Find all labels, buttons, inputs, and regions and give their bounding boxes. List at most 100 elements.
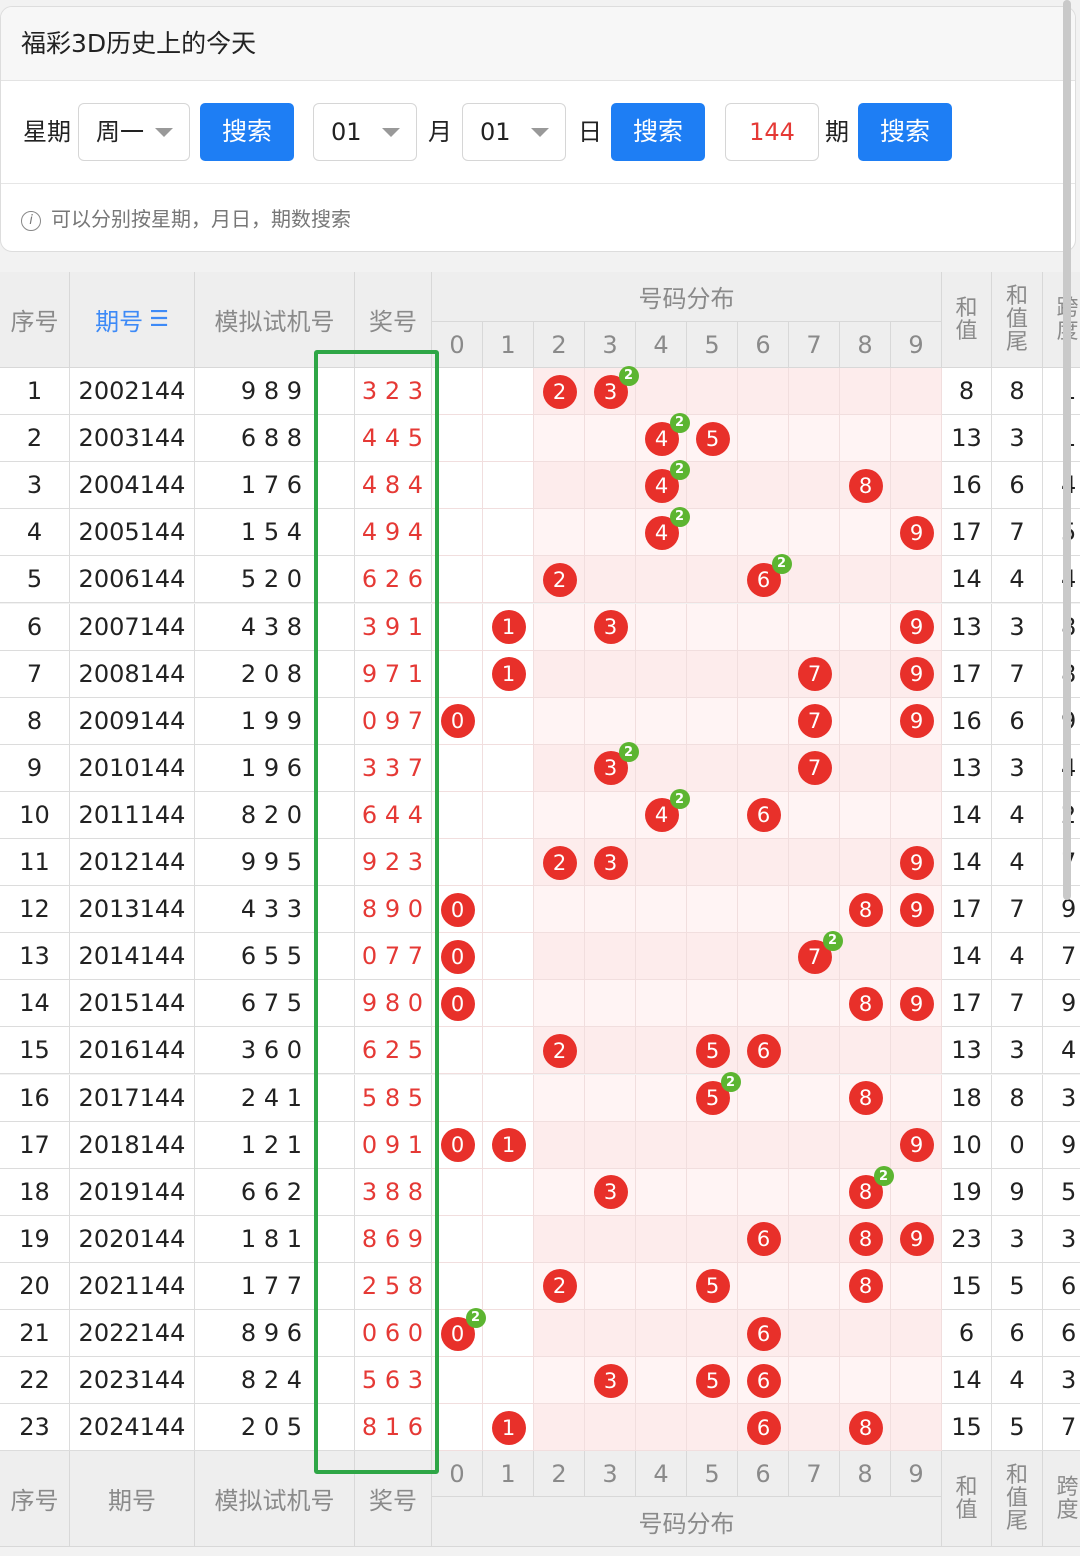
header-char: 值: [955, 1497, 978, 1523]
number-ball: 0: [440, 986, 475, 1021]
weekday-value: 周一: [96, 118, 144, 146]
distribution-cell: [636, 744, 687, 792]
distribution-cell: [840, 415, 891, 463]
row-prize: 3 9 1: [355, 603, 432, 651]
distribution-cell: [483, 368, 534, 416]
header-char: 值: [955, 318, 978, 344]
distribution-cell: [789, 509, 840, 557]
number-ball: 9: [899, 657, 934, 692]
row-sum: 6: [942, 1310, 992, 1358]
day-select[interactable]: 01: [462, 103, 566, 161]
row-sum: 17: [942, 886, 992, 934]
distribution-cell: [585, 791, 636, 839]
row-sim: 1 9 6: [195, 744, 355, 792]
issue-search-button[interactable]: 搜索: [858, 103, 952, 161]
weekday-label: 星期: [23, 118, 71, 146]
sort-icon[interactable]: ☰: [149, 307, 169, 332]
history-table: 序号期号☰模拟试机号奖号号码分布0123456789和值和值尾跨度1200214…: [0, 272, 1080, 1556]
distribution-cell: [738, 650, 789, 698]
row-sum-tail: 8: [992, 368, 1043, 416]
row-sim: 8 2 0: [195, 791, 355, 839]
distribution-cell: [432, 1168, 483, 1216]
issue-input[interactable]: 144: [725, 103, 819, 161]
number-ball: 2: [542, 845, 577, 880]
distribution-cell: [585, 1404, 636, 1452]
repeat-badge: 2: [771, 553, 792, 574]
row-sum-tail: 7: [992, 650, 1043, 698]
header-char: 尾: [1005, 1509, 1028, 1535]
row-issue: 2019144: [70, 1168, 195, 1216]
row-seq: 8: [0, 697, 70, 745]
weekday-search-button[interactable]: 搜索: [200, 103, 294, 161]
row-sum-tail: 5: [992, 1404, 1043, 1452]
row-prize: 6 2 6: [355, 556, 432, 604]
header-digit: 8: [840, 322, 891, 368]
distribution-cell: [534, 462, 585, 510]
number-ball: 9: [899, 704, 934, 739]
distribution-cell: [534, 791, 585, 839]
row-sum-tail: 7: [992, 980, 1043, 1028]
row-sum-tail: 6: [992, 1310, 1043, 1358]
row-span: 3: [1043, 1215, 1080, 1263]
page-scrollbar[interactable]: [1063, 0, 1071, 900]
month-select[interactable]: 01: [313, 103, 417, 161]
info-icon: i: [21, 210, 41, 231]
number-ball: 6: [746, 1316, 781, 1351]
header-sum: 和值: [942, 1451, 992, 1548]
distribution-cell: [840, 1310, 891, 1358]
row-sim: 1 5 4: [195, 509, 355, 557]
distribution-cell: [789, 368, 840, 416]
row-prize: 3 8 8: [355, 1168, 432, 1216]
distribution-cell: [687, 744, 738, 792]
row-sum: 23: [942, 1215, 992, 1263]
distribution-cell: [840, 839, 891, 887]
distribution-cell: [585, 509, 636, 557]
row-issue: 2024144: [70, 1404, 195, 1452]
header-digit: 1: [483, 1451, 534, 1498]
distribution-cell: [687, 462, 738, 510]
row-sum-tail: 3: [992, 1215, 1043, 1263]
header-digit: 0: [432, 322, 483, 368]
distribution-cell: [483, 1074, 534, 1122]
distribution-cell: [483, 1215, 534, 1263]
distribution-cell: [636, 886, 687, 934]
weekday-select[interactable]: 周一: [78, 103, 190, 161]
row-span: 4: [1043, 1027, 1080, 1075]
distribution-cell: [738, 1074, 789, 1122]
number-ball: 7: [797, 751, 832, 786]
header-char: 跨: [1056, 1474, 1079, 1500]
row-sum-tail: 3: [992, 1027, 1043, 1075]
distribution-cell: [585, 415, 636, 463]
distribution-cell: [738, 462, 789, 510]
row-seq: 1: [0, 368, 70, 416]
header-digit: 3: [585, 322, 636, 368]
number-ball: 5: [695, 1033, 730, 1068]
header-span: 跨度: [1043, 1451, 1080, 1548]
row-seq: 10: [0, 791, 70, 839]
distribution-cell: [840, 697, 891, 745]
repeat-badge: 2: [669, 506, 690, 527]
row-sim: 8 2 4: [195, 1357, 355, 1405]
row-sum-tail: 3: [992, 415, 1043, 463]
row-sum-tail: 0: [992, 1121, 1043, 1169]
distribution-cell: [891, 415, 942, 463]
row-issue: 2023144: [70, 1357, 195, 1405]
header-sum: 和值: [942, 272, 992, 368]
row-sim: 2 0 5: [195, 1404, 355, 1452]
number-ball: 1: [491, 657, 526, 692]
row-sum: 16: [942, 462, 992, 510]
row-prize: 9 8 0: [355, 980, 432, 1028]
header-issue[interactable]: 期号 ☰: [70, 272, 195, 368]
distribution-cell: [636, 603, 687, 651]
number-ball: 5: [695, 421, 730, 456]
distribution-cell: [432, 509, 483, 557]
distribution-cell: [891, 1357, 942, 1405]
date-search-button[interactable]: 搜索: [611, 103, 705, 161]
row-span: 5: [1043, 509, 1080, 557]
distribution-cell: [687, 886, 738, 934]
distribution-cell: [789, 1027, 840, 1075]
row-span: 9: [1043, 697, 1080, 745]
row-seq: 5: [0, 556, 70, 604]
distribution-cell: [636, 1074, 687, 1122]
header-digit: 9: [891, 1451, 942, 1498]
